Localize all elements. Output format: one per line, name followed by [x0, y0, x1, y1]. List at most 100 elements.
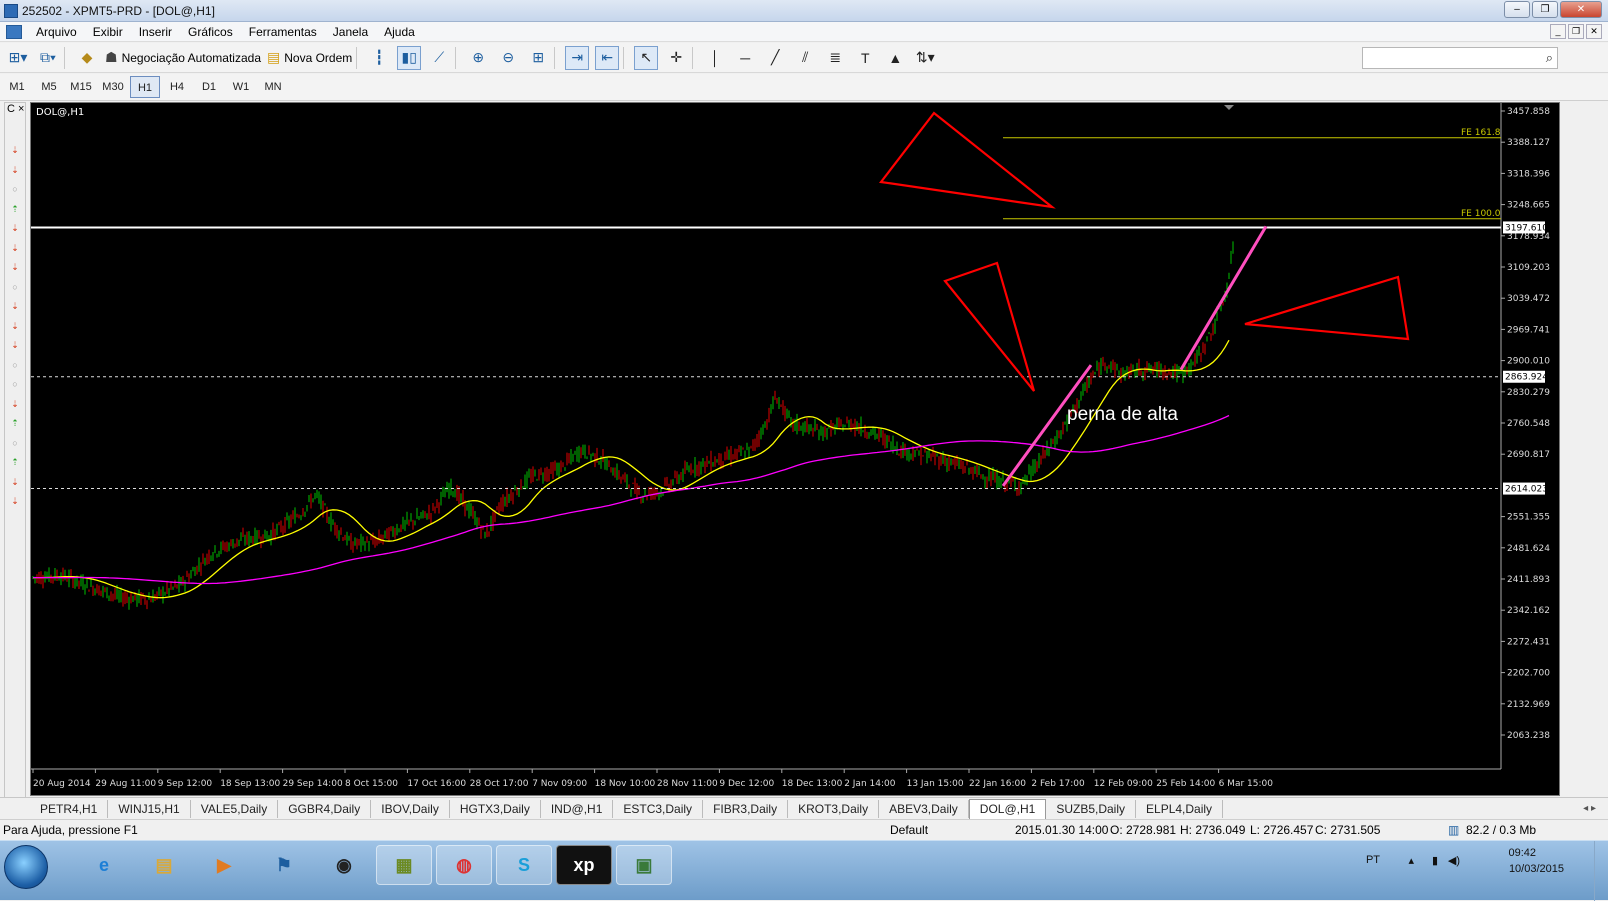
- tile-windows-icon[interactable]: ⊞: [526, 46, 550, 70]
- object-marker-icon[interactable]: ○: [10, 360, 20, 370]
- chart-tab[interactable]: ESTC3,Daily: [613, 799, 704, 818]
- tab-scroll-arrows[interactable]: ◂ ▸: [1583, 803, 1596, 814]
- chart-tab[interactable]: ELPL4,Daily: [1136, 799, 1224, 818]
- timeframe-m30[interactable]: M30: [98, 76, 128, 98]
- search-input[interactable]: ⌕: [1362, 47, 1558, 69]
- chart-tab[interactable]: IBOV,Daily: [371, 799, 450, 818]
- object-marker-icon[interactable]: ○: [10, 438, 20, 448]
- object-marker-icon[interactable]: ○: [10, 379, 20, 389]
- clock-time[interactable]: 09:42: [1508, 847, 1536, 859]
- object-marker-icon[interactable]: ⇣: [10, 399, 20, 409]
- file-explorer-icon[interactable]: ▤: [136, 845, 192, 885]
- flag-app-icon[interactable]: ⚑: [256, 845, 312, 885]
- object-marker-icon[interactable]: ○: [10, 282, 20, 292]
- candlestick-icon[interactable]: ▮▯: [397, 45, 422, 70]
- chart-tab[interactable]: KROT3,Daily: [788, 799, 880, 818]
- menu-exibir[interactable]: Exibir: [89, 25, 135, 39]
- zoom-out-icon[interactable]: ⊖: [496, 46, 520, 70]
- vertical-line-icon[interactable]: │: [703, 46, 727, 70]
- timeframe-mn[interactable]: MN: [258, 76, 288, 98]
- chart-canvas[interactable]: 3457.8583388.1273318.3963248.6653178.934…: [31, 103, 1560, 796]
- search-icon[interactable]: ⌕: [1546, 50, 1553, 66]
- windows-start-button[interactable]: [4, 845, 48, 889]
- menu-ferramentas[interactable]: Ferramentas: [245, 25, 329, 39]
- chart-tab[interactable]: WINJ15,H1: [108, 799, 191, 818]
- timeframe-w1[interactable]: W1: [226, 76, 256, 98]
- timeframe-d1[interactable]: D1: [194, 76, 224, 98]
- timeframe-m1[interactable]: M1: [2, 76, 32, 98]
- xp-app-icon[interactable]: xp: [556, 845, 612, 885]
- archive-app-icon[interactable]: ▦: [376, 845, 432, 885]
- auto-trading-button[interactable]: ☗ Negociação Automatizada: [105, 46, 261, 70]
- chrome-icon[interactable]: ◍: [436, 845, 492, 885]
- trendline-icon[interactable]: ╱: [763, 46, 787, 70]
- show-desktop-button[interactable]: [1594, 841, 1608, 901]
- shapes-icon[interactable]: ▲: [883, 46, 907, 70]
- internet-explorer-icon[interactable]: e: [76, 845, 132, 885]
- chart-tab[interactable]: PETR4,H1: [30, 799, 109, 818]
- new-order-button[interactable]: ▤ Nova Ordem: [267, 46, 352, 70]
- object-marker-icon[interactable]: ⇣: [10, 223, 20, 233]
- timeframe-m5[interactable]: M5: [34, 76, 64, 98]
- timeframe-m15[interactable]: M15: [66, 76, 96, 98]
- clock-date[interactable]: 10/03/2015: [1509, 863, 1564, 875]
- profiles-icon[interactable]: ⧉▾: [36, 46, 60, 70]
- menu-arquivo[interactable]: Arquivo: [32, 25, 89, 39]
- chart-tab[interactable]: DOL@,H1: [968, 798, 1047, 819]
- chart-tab[interactable]: GGBR4,Daily: [278, 799, 372, 818]
- cursor-icon[interactable]: ↖: [634, 45, 659, 70]
- price-chart[interactable]: 3457.858 3388.127 3318.396 3248.665 3178.934…: [30, 102, 1560, 796]
- market-watch-icon[interactable]: ◆: [75, 46, 99, 70]
- metatrader-icon[interactable]: ▣: [616, 845, 672, 885]
- object-marker-icon[interactable]: ⇣: [10, 262, 20, 272]
- menu-inserir[interactable]: Inserir: [135, 25, 184, 39]
- chart-tab[interactable]: VALE5,Daily: [191, 799, 279, 818]
- autoscroll-icon[interactable]: ⇥: [565, 45, 590, 70]
- object-marker-icon[interactable]: ⇣: [10, 165, 20, 175]
- menu-graficos[interactable]: Gráficos: [184, 25, 245, 39]
- chart-tab[interactable]: SUZB5,Daily: [1046, 799, 1137, 818]
- menu-ajuda[interactable]: Ajuda: [380, 25, 427, 39]
- chart-tab[interactable]: ABEV3,Daily: [879, 799, 969, 818]
- object-marker-icon[interactable]: ⇣: [10, 301, 20, 311]
- language-indicator[interactable]: PT: [1366, 854, 1380, 866]
- object-marker-icon[interactable]: ⇣: [10, 477, 20, 487]
- mdi-restore-button[interactable]: ❐: [1568, 24, 1584, 39]
- chart-tab[interactable]: IND@,H1: [541, 799, 614, 818]
- media-player-icon[interactable]: ▶: [196, 845, 252, 885]
- volume-icon[interactable]: ◀): [1448, 854, 1460, 867]
- text-icon[interactable]: T: [853, 46, 877, 70]
- object-marker-icon[interactable]: ○: [10, 184, 20, 194]
- object-marker-icon[interactable]: ⇡: [10, 418, 20, 428]
- hp-app-icon[interactable]: ◉: [316, 845, 372, 885]
- object-marker-icon[interactable]: ⇣: [10, 243, 20, 253]
- object-marker-icon[interactable]: ⇣: [10, 496, 20, 506]
- crosshair-icon[interactable]: ✛: [664, 46, 688, 70]
- close-button[interactable]: ✕: [1560, 1, 1602, 18]
- menu-janela[interactable]: Janela: [329, 25, 380, 39]
- object-marker-icon[interactable]: ⇡: [10, 204, 20, 214]
- skype-icon[interactable]: S: [496, 845, 552, 885]
- chart-tab[interactable]: HGTX3,Daily: [450, 799, 541, 818]
- object-marker-icon[interactable]: ⇣: [10, 340, 20, 350]
- mdi-close-button[interactable]: ✕: [1586, 24, 1602, 39]
- restore-button[interactable]: ❐: [1532, 1, 1558, 18]
- channel-icon[interactable]: ⫽: [793, 46, 817, 70]
- timeframe-h1[interactable]: H1: [130, 76, 160, 98]
- chart-window-icon[interactable]: [6, 24, 22, 39]
- new-chart-icon[interactable]: ⊞▾: [6, 46, 30, 70]
- zoom-in-icon[interactable]: ⊕: [466, 46, 490, 70]
- fibonacci-icon[interactable]: ≣: [823, 46, 847, 70]
- minimize-button[interactable]: ‒: [1504, 1, 1530, 18]
- timeframe-h4[interactable]: H4: [162, 76, 192, 98]
- chart-tab[interactable]: FIBR3,Daily: [703, 799, 789, 818]
- line-chart-icon[interactable]: ⟋: [427, 46, 451, 70]
- horizontal-line-icon[interactable]: ─: [733, 46, 757, 70]
- network-icon[interactable]: ▮: [1432, 854, 1438, 867]
- tray-arrow-icon[interactable]: ▴: [1408, 854, 1414, 867]
- arrows-icon[interactable]: ⇅▾: [913, 46, 937, 70]
- object-strip-header[interactable]: C ×: [5, 103, 25, 115]
- bar-chart-icon[interactable]: ┇: [367, 46, 391, 70]
- chart-shift-icon[interactable]: ⇤: [595, 45, 620, 70]
- object-marker-icon[interactable]: ⇣: [10, 145, 20, 155]
